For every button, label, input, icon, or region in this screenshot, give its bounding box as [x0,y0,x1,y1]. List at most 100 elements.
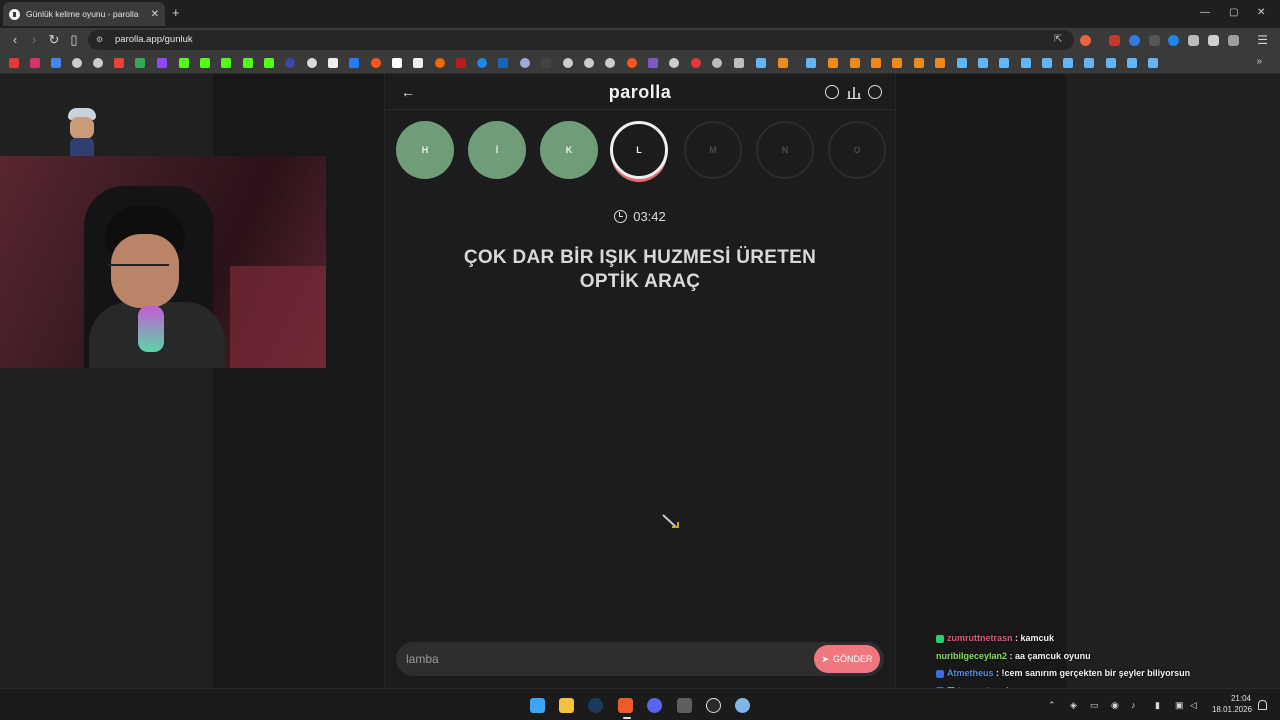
tray-overflow-icon[interactable]: ⌃ [1048,700,1056,711]
discord-icon[interactable] [647,698,662,713]
steam-icon[interactable] [588,698,603,713]
bookmark-steam-icon[interactable] [978,58,988,68]
bookmark-kick-icon[interactable] [221,58,231,68]
minimize-button[interactable]: — [1200,7,1210,19]
tray-icon[interactable]: ◈ [1070,700,1077,711]
battery-icon[interactable]: ▭ [1090,700,1099,711]
app-icon[interactable] [735,698,750,713]
bookmark-icon[interactable] [349,58,359,68]
user-icon[interactable] [868,85,882,99]
site-settings-icon[interactable]: ⚙ [96,35,103,44]
clock-time[interactable]: 21:04 [1225,694,1251,703]
bookmark-icon[interactable] [285,58,295,68]
bookmark-icon[interactable]: ▯ [67,33,81,47]
obs-app-icon[interactable] [677,698,692,713]
bookmark-kick-icon[interactable] [243,58,253,68]
bookmark-kick-icon[interactable] [179,58,189,68]
bookmark-reddit-icon[interactable] [627,58,637,68]
letter-bubble-k[interactable]: K [540,121,598,179]
extension-icon[interactable] [1168,35,1179,46]
bookmark-steam-icon[interactable] [1127,58,1137,68]
close-window-button[interactable]: ✕ [1257,7,1265,19]
brave-shields-icon[interactable] [1080,35,1091,46]
bookmark-globe-icon[interactable] [584,58,594,68]
bookmark-steam-icon[interactable] [756,58,766,68]
bookmark-icon[interactable] [691,58,701,68]
bookmark-icon[interactable] [498,58,508,68]
bookmark-icon[interactable] [435,58,445,68]
bookmark-kick-icon[interactable] [200,58,210,68]
bookmark-steam-icon[interactable] [1042,58,1052,68]
bookmark-kick-icon[interactable] [264,58,274,68]
steam-tray-icon[interactable]: ◉ [1111,700,1119,711]
menu-icon[interactable]: ☰ [1257,33,1268,47]
bookmark-icon[interactable] [778,58,788,68]
notification-bell-icon[interactable] [1258,700,1267,710]
more-bookmarks-icon[interactable]: » [1256,56,1262,67]
bookmark-folder-icon[interactable] [734,58,744,68]
reload-icon[interactable]: ↻ [47,33,61,47]
bookmark-steam-icon[interactable] [1084,58,1094,68]
bookmark-globe-icon[interactable] [669,58,679,68]
bookmark-youtube-icon[interactable] [9,58,19,68]
bookmark-globe-icon[interactable] [72,58,82,68]
app-icon[interactable] [706,698,721,713]
bookmark-icon[interactable] [712,58,722,68]
letter-bubble-n[interactable]: N [756,121,814,179]
share-icon[interactable]: ⇱ [1054,34,1062,45]
answer-input[interactable]: lamba ➤ GÖNDER [396,642,884,676]
bookmark-steam-icon[interactable] [1148,58,1158,68]
back-icon[interactable]: ‹ [8,33,22,47]
brave-browser-icon[interactable] [618,698,633,713]
extension-icon[interactable] [1188,35,1199,46]
info-icon[interactable] [825,85,839,99]
bookmark-icon[interactable] [307,58,317,68]
bookmark-steam-icon[interactable] [999,58,1009,68]
network-icon[interactable]: ▣ [1175,700,1184,711]
bookmark-reddit-icon[interactable] [371,58,381,68]
bookmark-icon[interactable] [541,58,551,68]
bookmark-steam-icon[interactable] [1106,58,1116,68]
volume-icon[interactable]: ◁ [1190,700,1197,711]
bookmark-icon[interactable] [520,58,530,68]
bookmark-icon[interactable] [828,58,838,68]
bookmark-icon[interactable] [648,58,658,68]
extension-icon[interactable] [1129,35,1140,46]
bookmark-globe-icon[interactable] [605,58,615,68]
bookmark-icon[interactable] [935,58,945,68]
file-explorer-icon[interactable] [559,698,574,713]
bookmark-translate-icon[interactable] [51,58,61,68]
bookmark-steam-icon[interactable] [1021,58,1031,68]
bookmark-steam-icon[interactable] [1063,58,1073,68]
extension-icon[interactable] [1109,35,1120,46]
bookmark-steam-icon[interactable] [806,58,816,68]
bookmark-instagram-icon[interactable] [30,58,40,68]
bookmark-x-icon[interactable] [328,58,338,68]
bookmark-icon[interactable] [456,58,466,68]
windows-start-icon[interactable] [530,698,545,713]
tab-close-icon[interactable]: ✕ [151,9,159,20]
bookmark-icon[interactable] [871,58,881,68]
bookmark-icon[interactable] [914,58,924,68]
answer-input-value[interactable]: lamba [406,652,439,666]
browser-tab[interactable]: Günlük kelime oyunu - parolla ✕ [3,2,165,26]
sidebar-toggle-icon[interactable] [1228,35,1239,46]
letter-bubble-h[interactable]: H [396,121,454,179]
speaker-tray-icon[interactable]: ♪ [1131,700,1136,710]
stats-icon[interactable] [847,85,861,99]
bookmark-icon[interactable] [892,58,902,68]
bookmark-icon[interactable] [392,58,402,68]
bookmark-twitch-icon[interactable] [157,58,167,68]
send-button[interactable]: ➤ GÖNDER [814,645,880,673]
restore-button[interactable]: ▢ [1229,7,1238,19]
letter-bubble-i[interactable]: İ [468,121,526,179]
bookmark-icon[interactable] [850,58,860,68]
new-tab-button[interactable]: + [172,6,180,20]
microphone-tray-icon[interactable]: ▮ [1155,700,1160,711]
forward-icon[interactable]: › [27,33,41,47]
bookmark-globe-icon[interactable] [93,58,103,68]
extensions-puzzle-icon[interactable] [1208,35,1219,46]
bookmark-steam-icon[interactable] [957,58,967,68]
clock-date[interactable]: 18.01.2026 [1210,705,1252,714]
address-bar[interactable]: ⚙ parolla.app/gunluk ⇱ [88,30,1074,50]
